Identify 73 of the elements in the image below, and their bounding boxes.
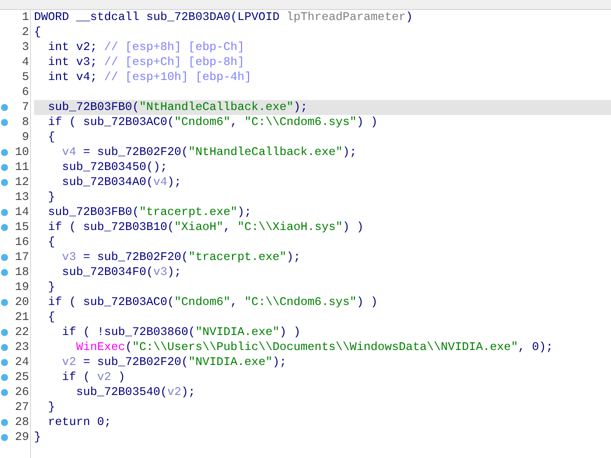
line-number: 9 (20, 130, 30, 145)
breakpoint-dot-icon[interactable] (1, 254, 8, 261)
code-line[interactable]: } (34, 280, 611, 295)
breakpoint-dot-icon[interactable] (1, 269, 8, 276)
breakpoint-dot-icon[interactable] (1, 104, 8, 111)
code-line[interactable]: sub_72B03450(); (34, 160, 611, 175)
line-number: 19 (14, 280, 30, 295)
line-number: 13 (14, 190, 30, 205)
line-number: 20 (14, 295, 30, 310)
code-line[interactable]: return 0; (34, 415, 611, 430)
line-number: 23 (14, 340, 30, 355)
line-number: 16 (14, 235, 30, 250)
breakpoint-dot-icon[interactable] (1, 149, 8, 156)
line-number: 28 (14, 415, 30, 430)
line-number: 2 (20, 25, 30, 40)
code-line[interactable]: int v3; // [esp+Ch] [ebp-8h] (34, 55, 611, 70)
code-line[interactable]: int v2; // [esp+8h] [ebp-Ch] (34, 40, 611, 55)
breakpoint-dot-icon[interactable] (1, 434, 8, 441)
breakpoint-dot-icon[interactable] (1, 299, 8, 306)
line-number: 5 (20, 70, 30, 85)
line-number: 3 (20, 40, 30, 55)
line-number: 14 (14, 205, 30, 220)
code-line[interactable]: } (34, 190, 611, 205)
line-number: 24 (14, 355, 30, 370)
line-number: 18 (14, 265, 30, 280)
code-line[interactable]: sub_72B03540(v2); (34, 385, 611, 400)
breakpoint-dot-icon[interactable] (1, 389, 8, 396)
breakpoint-dot-icon[interactable] (1, 359, 8, 366)
code-line[interactable]: if ( !sub_72B03860("NVIDIA.exe") ) (34, 325, 611, 340)
line-number: 7 (20, 100, 30, 115)
code-line[interactable]: if ( v2 ) (34, 370, 611, 385)
line-number: 22 (14, 325, 30, 340)
line-number: 12 (14, 175, 30, 190)
breakpoint-dot-icon[interactable] (1, 224, 8, 231)
line-number: 26 (14, 385, 30, 400)
line-number: 17 (14, 250, 30, 265)
code-line[interactable]: int v4; // [esp+10h] [ebp-4h] (34, 70, 611, 85)
breakpoint-dot-icon[interactable] (1, 344, 8, 351)
line-number: 1 (20, 10, 30, 25)
line-number: 25 (14, 370, 30, 385)
code-line[interactable]: sub_72B034F0(v3); (34, 265, 611, 280)
code-line[interactable]: if ( sub_72B03AC0("Cndom6", "C:\\Cndom6.sys") ) (34, 115, 611, 130)
line-number: 29 (14, 430, 30, 445)
breakpoint-dot-icon[interactable] (1, 419, 8, 426)
line-number: 6 (20, 85, 30, 100)
code-line[interactable]: WinExec("C:\\Users\\Public\\Documents\\WindowsData\\NVIDIA.exe", 0); (34, 340, 611, 355)
code-line[interactable]: v2 = sub_72B02F20("NVIDIA.exe"); (34, 355, 611, 370)
code-line[interactable]: if ( sub_72B03AC0("Cndom6", "C:\\Cndom6.sys") ) (34, 295, 611, 310)
code-line[interactable]: { (34, 235, 611, 250)
code-line[interactable]: v4 = sub_72B02F20("NtHandleCallback.exe"); (34, 145, 611, 160)
breakpoint-dot-icon[interactable] (1, 329, 8, 336)
line-number: 8 (20, 115, 30, 130)
line-number: 15 (14, 220, 30, 235)
line-number: 27 (14, 400, 30, 415)
code-line[interactable]: sub_72B03FB0("tracerpt.exe"); (34, 205, 611, 220)
code-line[interactable]: sub_72B034A0(v4); (34, 175, 611, 190)
code-line[interactable]: { (34, 25, 611, 40)
line-number: 10 (14, 145, 30, 160)
line-number: 4 (20, 55, 30, 70)
breakpoint-dot-icon[interactable] (1, 179, 8, 186)
code-line[interactable]: { (34, 310, 611, 325)
code-line[interactable]: if ( sub_72B03B10("XiaoH", "C:\\XiaoH.sys") ) (34, 220, 611, 235)
breakpoint-dot-icon[interactable] (1, 119, 8, 126)
code-line[interactable]: } (34, 400, 611, 415)
line-number: 21 (14, 310, 30, 325)
line-number: 11 (14, 160, 30, 175)
code-line[interactable]: v3 = sub_72B02F20("tracerpt.exe"); (34, 250, 611, 265)
breakpoint-dot-icon[interactable] (1, 209, 8, 216)
code-line[interactable]: DWORD __stdcall sub_72B03DA0(LPVOID lpThreadParameter) (34, 10, 611, 25)
breakpoint-dot-icon[interactable] (1, 164, 8, 171)
code-line[interactable]: { (34, 130, 611, 145)
code-line[interactable]: } (34, 430, 611, 445)
breakpoint-dot-icon[interactable] (1, 374, 8, 381)
